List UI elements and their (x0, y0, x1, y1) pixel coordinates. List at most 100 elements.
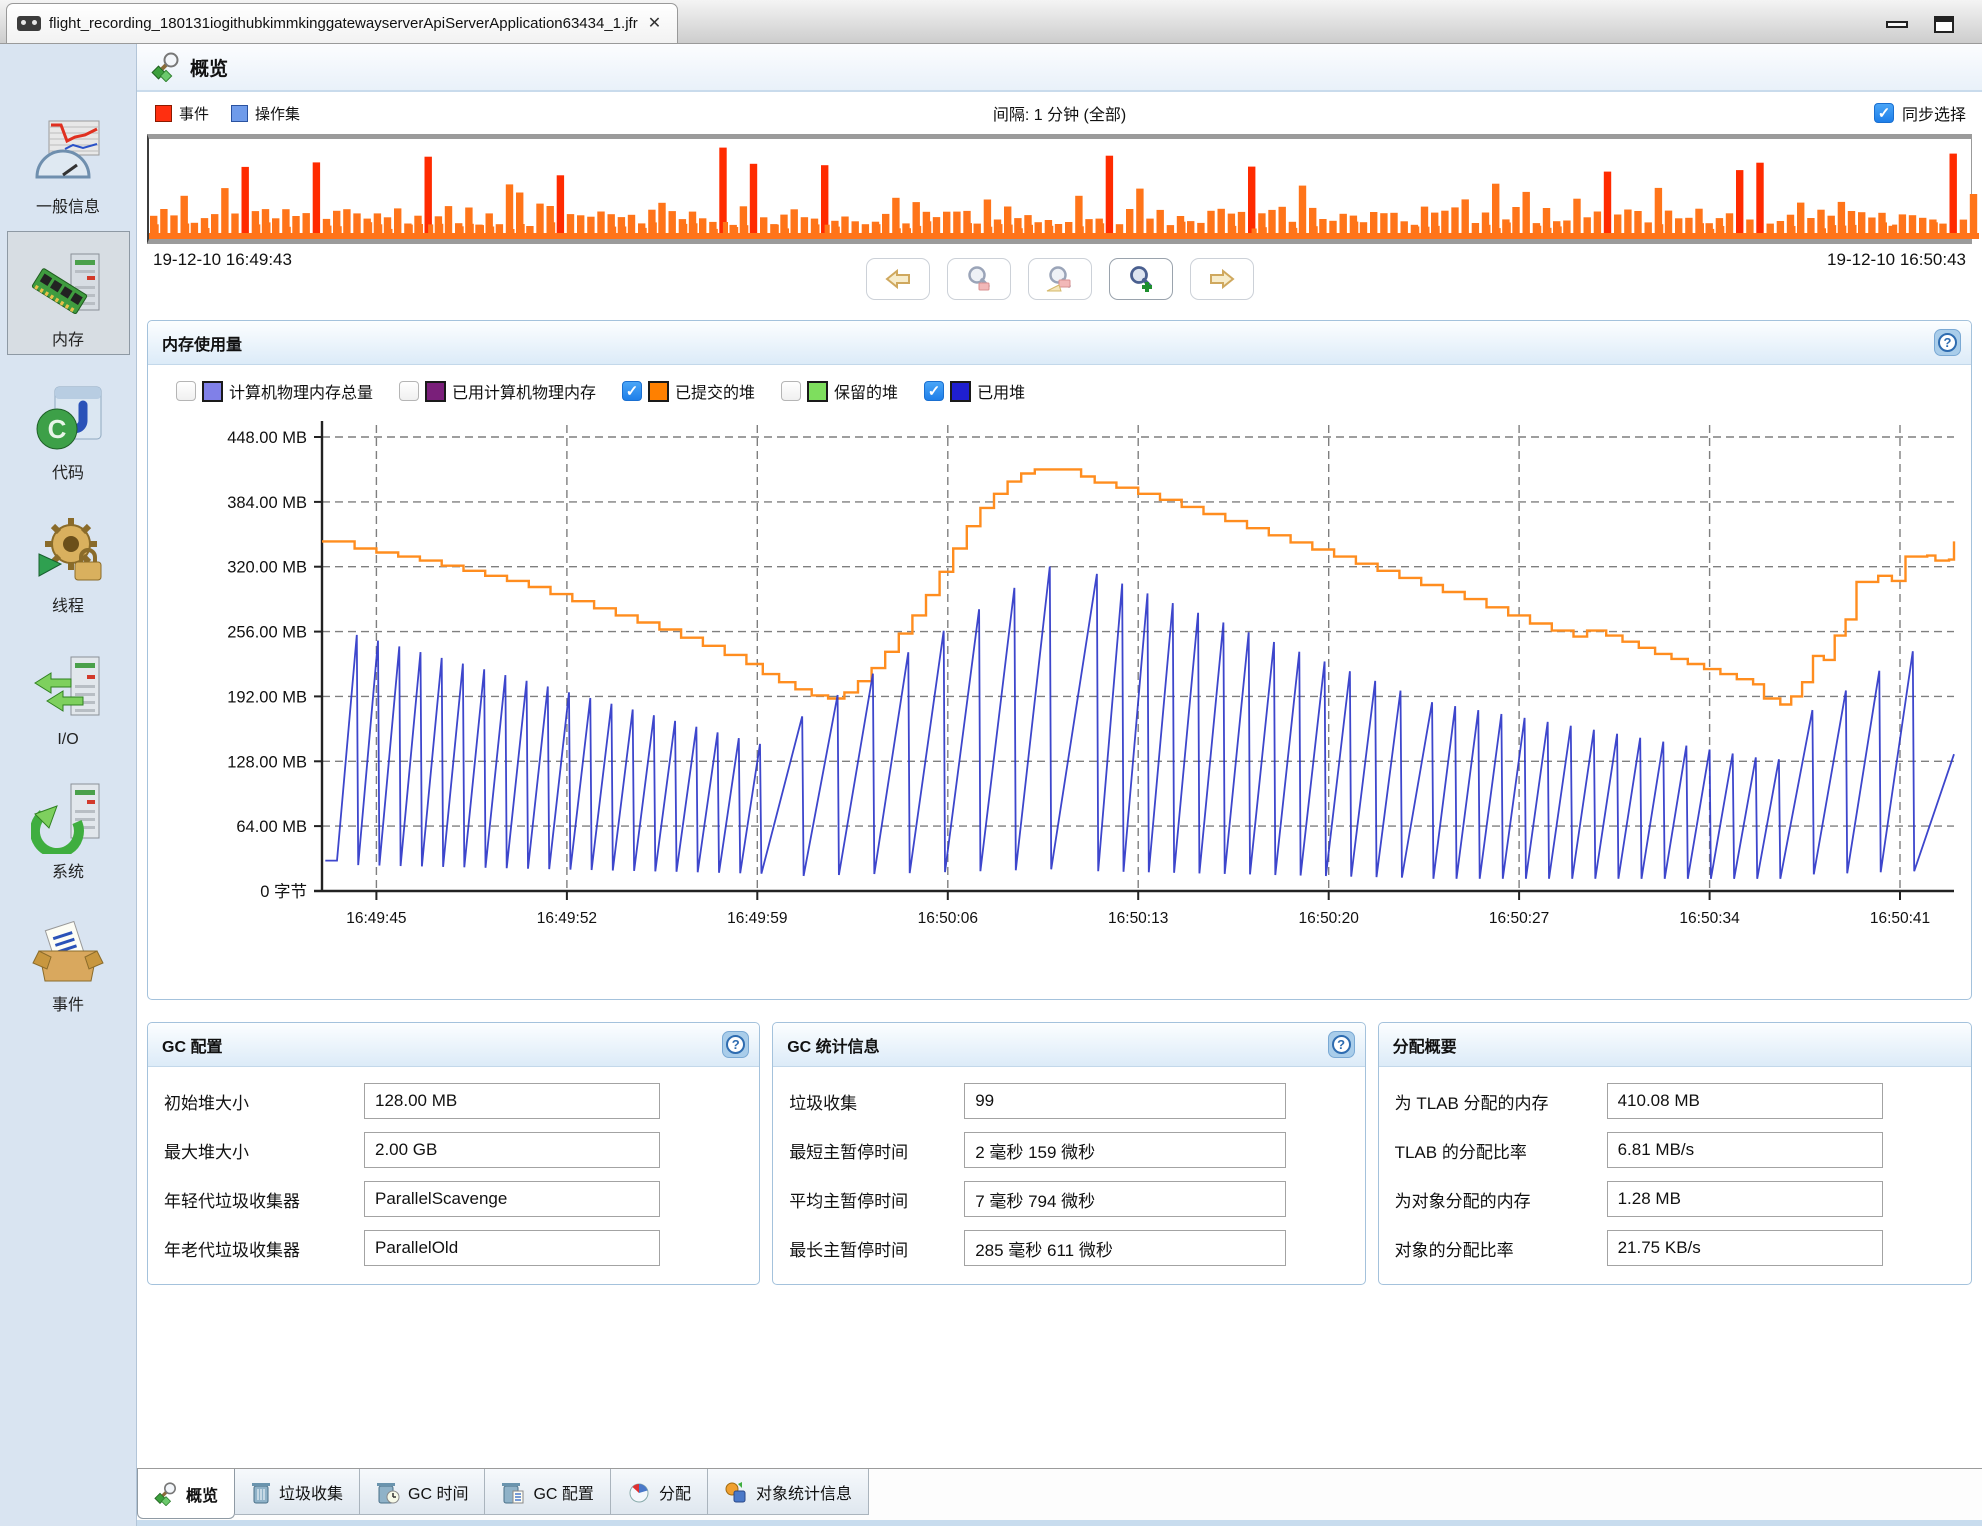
toggle-committed-heap[interactable]: 已提交的堆 (622, 379, 755, 403)
arrow-right-icon (1207, 267, 1237, 291)
sidebar-item-io[interactable]: I/O (7, 630, 130, 754)
overview-icon (154, 1482, 178, 1506)
operative-set-color-swatch (231, 105, 248, 122)
svg-text:64.00 MB: 64.00 MB (236, 818, 307, 836)
tab-overview[interactable]: 概览 (137, 1469, 235, 1519)
timeline-start-time: 19-12-10 16:49:43 (153, 250, 292, 270)
gc-stats-title: GC 统计信息 (787, 1033, 879, 1057)
pan-right-button[interactable] (1190, 258, 1254, 300)
sidebar-item-label: 代码 (52, 459, 84, 483)
young-collector-field[interactable]: ParallelScavenge (364, 1181, 660, 1217)
general-info-icon (29, 113, 107, 191)
toggle-total-physical-memory[interactable]: 计算机物理内存总量 (176, 379, 373, 403)
toggle-used-physical-memory[interactable]: 已用计算机物理内存 (399, 379, 596, 403)
object-memory-field[interactable]: 1.28 MB (1607, 1181, 1883, 1217)
tab-gc-config[interactable]: GC 配置 (485, 1469, 610, 1515)
field-row: 最长主暂停时间285 毫秒 611 微秒 (789, 1230, 1364, 1266)
flight-recording-icon (17, 16, 41, 31)
field-row: 年轻代垃圾收集器ParallelScavenge (164, 1181, 759, 1217)
pan-left-button[interactable] (866, 258, 930, 300)
overview-icon (151, 52, 181, 82)
initial-heap-size-field[interactable]: 128.00 MB (364, 1083, 660, 1119)
gc-count-field[interactable]: 99 (964, 1083, 1286, 1119)
tab-garbage-collection[interactable]: 垃圾收集 (235, 1469, 360, 1515)
trash-config-icon (501, 1480, 525, 1504)
sidebar-item-label: I/O (57, 731, 78, 749)
minimize-icon[interactable] (1886, 21, 1908, 28)
zoom-in-icon (1126, 265, 1156, 293)
sidebar-item-code[interactable]: C 代码 (7, 364, 130, 488)
event-timeline-strip[interactable] (147, 134, 1972, 244)
toggle-used-heap[interactable]: 已用堆 (924, 379, 1025, 403)
timeline-legend-row: 事件 操作集 间隔: 1 分钟 (全部) 同步选择 (137, 92, 1982, 134)
field-row: 初始堆大小128.00 MB (164, 1083, 759, 1119)
sync-selection-checkbox[interactable] (1874, 103, 1894, 123)
io-icon (29, 651, 107, 729)
arrow-left-icon (883, 267, 913, 291)
checkbox-unchecked-icon[interactable] (176, 381, 196, 401)
old-collector-field[interactable]: ParallelOld (364, 1230, 660, 1266)
zoom-range-button[interactable] (1028, 258, 1092, 300)
sidebar-item-threads[interactable]: 线程 (7, 497, 130, 621)
allocation-summary-title: 分配概要 (1393, 1033, 1457, 1057)
svg-text:16:50:34: 16:50:34 (1679, 910, 1740, 927)
zoom-out-icon (964, 265, 994, 293)
close-icon[interactable]: ✕ (646, 14, 663, 34)
svg-text:16:49:45: 16:49:45 (346, 910, 406, 927)
checkbox-checked-icon[interactable] (622, 381, 642, 401)
series-color-swatch (648, 381, 669, 402)
tlab-memory-field[interactable]: 410.08 MB (1607, 1083, 1883, 1119)
svg-text:16:49:59: 16:49:59 (727, 910, 787, 927)
svg-text:192.00 MB: 192.00 MB (227, 688, 307, 706)
svg-text:C: C (48, 414, 67, 444)
min-pause-field[interactable]: 2 毫秒 159 微秒 (964, 1132, 1286, 1168)
sync-selection: 同步选择 (1874, 101, 1966, 125)
zoom-out-button[interactable] (947, 258, 1011, 300)
checkbox-checked-icon[interactable] (924, 381, 944, 401)
help-icon[interactable]: ? (1934, 329, 1961, 356)
svg-text:16:50:41: 16:50:41 (1870, 910, 1930, 927)
avg-pause-field[interactable]: 7 毫秒 794 微秒 (964, 1181, 1286, 1217)
recording-tab[interactable]: flight_recording_180131iogithubkimmkingg… (6, 3, 678, 43)
threads-icon (29, 512, 107, 590)
svg-text:128.00 MB: 128.00 MB (227, 753, 307, 771)
zoom-in-button[interactable] (1109, 258, 1173, 300)
svg-text:320.00 MB: 320.00 MB (227, 559, 307, 577)
system-icon (29, 778, 107, 856)
field-row: 年老代垃圾收集器ParallelOld (164, 1230, 759, 1266)
sidebar-item-system[interactable]: 系统 (7, 763, 130, 887)
maximize-icon[interactable] (1934, 16, 1954, 33)
toggle-reserved-heap[interactable]: 保留的堆 (781, 379, 898, 403)
field-row: TLAB 的分配比率6.81 MB/s (1395, 1132, 1971, 1168)
tab-allocation[interactable]: 分配 (611, 1469, 708, 1515)
sidebar-item-label: 系统 (52, 858, 84, 882)
field-row: 最短主暂停时间2 毫秒 159 微秒 (789, 1132, 1364, 1168)
field-row: 对象的分配比率21.75 KB/s (1395, 1230, 1971, 1266)
tab-gc-time[interactable]: GC 时间 (360, 1469, 485, 1515)
timeline-controls-row: 19-12-10 16:49:43 19-12-10 16:50:43 (137, 244, 1982, 312)
max-pause-field[interactable]: 285 毫秒 611 微秒 (964, 1230, 1286, 1266)
gc-config-panel: GC 配置 ? 初始堆大小128.00 MB 最大堆大小2.00 GB 年轻代垃… (147, 1022, 760, 1285)
allocation-summary-panel: 分配概要 为 TLAB 分配的内存410.08 MB TLAB 的分配比率6.8… (1378, 1022, 1972, 1285)
sidebar-item-events[interactable]: 事件 (7, 896, 130, 1020)
field-row: 最大堆大小2.00 GB (164, 1132, 759, 1168)
sidebar-item-memory[interactable]: 内存 (7, 231, 130, 355)
checkbox-unchecked-icon[interactable] (399, 381, 419, 401)
events-icon (29, 911, 107, 989)
help-icon[interactable]: ? (722, 1031, 749, 1058)
bottom-tab-bar: 概览 垃圾收集 (137, 1468, 1982, 1520)
tab-object-statistics[interactable]: 对象统计信息 (708, 1469, 869, 1515)
help-icon[interactable]: ? (1328, 1031, 1355, 1058)
max-heap-size-field[interactable]: 2.00 GB (364, 1132, 660, 1168)
summary-panels-row: GC 配置 ? 初始堆大小128.00 MB 最大堆大小2.00 GB 年轻代垃… (147, 1022, 1972, 1285)
page-header: 概览 (137, 44, 1982, 92)
memory-usage-panel: 内存使用量 ? 计算机物理内存总量 已用计算机物理内存 (147, 320, 1972, 1000)
memory-usage-header: 内存使用量 ? (148, 321, 1971, 365)
tlab-rate-field[interactable]: 6.81 MB/s (1607, 1132, 1883, 1168)
series-color-swatch (950, 381, 971, 402)
object-rate-field[interactable]: 21.75 KB/s (1607, 1230, 1883, 1266)
field-row: 为对象分配的内存1.28 MB (1395, 1181, 1971, 1217)
memory-usage-chart: 448.00 MB384.00 MB320.00 MB256.00 MB192.… (148, 411, 1971, 999)
checkbox-unchecked-icon[interactable] (781, 381, 801, 401)
sidebar-item-general[interactable]: 一般信息 (7, 98, 130, 222)
